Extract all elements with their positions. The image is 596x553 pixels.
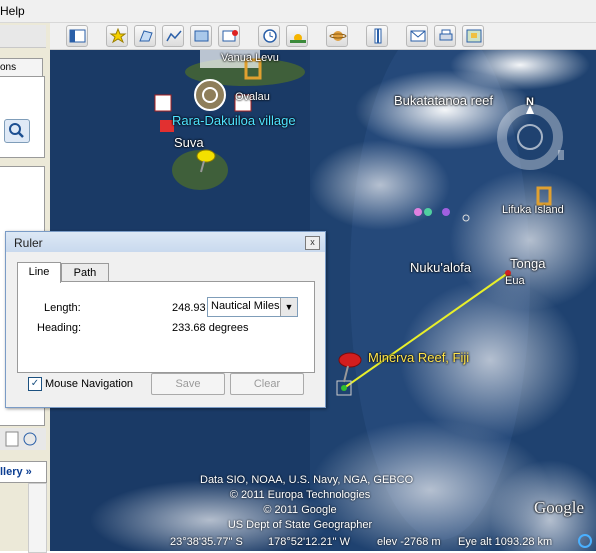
sidebar-tab[interactable]: ons xyxy=(0,58,43,78)
polygon-icon xyxy=(139,30,153,42)
planets-button[interactable] xyxy=(326,25,348,47)
print-button[interactable] xyxy=(434,25,456,47)
ruler-title: Ruler xyxy=(14,236,43,250)
status-longitude: 178°52'12.21" W xyxy=(268,536,350,548)
mouse-navigation-checkbox[interactable]: ✓ xyxy=(28,377,42,391)
poi-dot-3[interactable] xyxy=(442,208,450,216)
menu-bar: Help xyxy=(0,0,596,23)
gallery-button[interactable]: llery » xyxy=(0,461,47,483)
label-ovalau[interactable]: Ovalau xyxy=(235,91,270,103)
label-rara-dakuiloa[interactable]: Rara-Dakuiloa village xyxy=(172,113,296,128)
nav-orb-icon[interactable] xyxy=(194,79,226,111)
label-minerva[interactable]: Minerva Reef, Fiji xyxy=(368,350,469,365)
add-image-overlay-button[interactable] xyxy=(190,25,212,47)
label-nukualofa[interactable]: Nuku'alofa xyxy=(410,260,471,275)
menu-help[interactable]: Help xyxy=(0,4,25,18)
path-icon xyxy=(166,30,182,42)
map-icon xyxy=(466,29,482,43)
email-button[interactable] xyxy=(406,25,428,47)
add-path-button[interactable] xyxy=(162,25,184,47)
ruler-title-bar[interactable]: Ruler x xyxy=(6,232,325,252)
unit-select[interactable]: Nautical Miles ▼ xyxy=(207,297,298,317)
magnifier-icon xyxy=(9,123,24,138)
toolbar xyxy=(50,23,596,50)
sunlight-button[interactable] xyxy=(286,25,308,47)
attribution-line-2: © 2011 Europa Technologies xyxy=(229,489,371,501)
tour-icon xyxy=(222,30,238,42)
length-label: Length: xyxy=(44,302,81,314)
layers-icon[interactable] xyxy=(5,431,19,447)
printer-icon xyxy=(439,29,453,41)
tab-path[interactable]: Path xyxy=(61,263,109,282)
sun-icon xyxy=(290,34,306,43)
email-icon xyxy=(410,30,426,42)
heading-label: Heading: xyxy=(37,322,82,334)
label-vanua-levu[interactable]: Vanua Levu xyxy=(221,52,279,64)
tab-line[interactable]: Line xyxy=(17,262,61,283)
status-latitude: 23°38'35.77" S xyxy=(170,536,243,548)
record-tour-button[interactable] xyxy=(218,25,240,47)
sidebar-toolbar xyxy=(0,25,46,48)
add-polygon-button[interactable] xyxy=(134,25,156,47)
ruler-dialog: Ruler x Line Path Length: 248.93 Nautica… xyxy=(5,231,326,408)
attribution-line-3: © 2011 Google xyxy=(263,504,337,516)
toggle-sidebar-button[interactable] xyxy=(66,25,88,47)
add-placemark-button[interactable] xyxy=(106,25,128,47)
search-button[interactable] xyxy=(4,119,30,143)
flag-marker[interactable] xyxy=(154,94,172,112)
zoom-slider[interactable] xyxy=(558,150,564,160)
sidebar-scrollbar[interactable] xyxy=(28,483,47,553)
google-logo: Google xyxy=(534,498,585,517)
network-icon[interactable] xyxy=(23,432,37,446)
ruler-icon xyxy=(374,28,382,44)
historical-imagery-button[interactable] xyxy=(258,25,280,47)
unit-select-value: Nautical Miles xyxy=(211,300,280,312)
planet-icon xyxy=(329,31,347,41)
close-button[interactable]: x xyxy=(305,236,320,250)
label-suva[interactable]: Suva xyxy=(174,135,204,150)
label-tonga[interactable]: Tonga xyxy=(510,256,545,271)
image-overlay-icon xyxy=(194,30,209,42)
poi-dot[interactable] xyxy=(414,208,422,216)
status-bar: 23°38'35.77" S 178°52'12.21" W elev -276… xyxy=(50,533,596,551)
view-in-maps-button[interactable] xyxy=(462,25,484,47)
attribution-line-1: Data SIO, NOAA, U.S. Navy, NGA, GEBCO xyxy=(200,474,414,486)
mouse-navigation-label: Mouse Navigation xyxy=(45,378,134,390)
label-reef[interactable]: Bukatatanoa reef xyxy=(394,93,493,108)
status-eye-altitude: Eye alt 1093.28 km xyxy=(458,536,553,548)
pushpin-icon xyxy=(109,28,127,44)
poi-dot-2[interactable] xyxy=(424,208,432,216)
attribution-line-4: US Dept of State Geographer xyxy=(227,519,373,531)
sidebar-nav-strip xyxy=(0,428,46,450)
sidebar-icon xyxy=(69,29,86,43)
compass-north-label: N xyxy=(526,96,534,108)
save-button[interactable]: Save xyxy=(151,373,225,395)
search-panel xyxy=(0,76,45,158)
clock-icon xyxy=(263,29,277,43)
chevron-down-icon[interactable]: ▼ xyxy=(280,298,297,316)
ruler-start-point xyxy=(341,385,347,391)
status-elevation: elev -2768 m xyxy=(377,536,441,548)
clear-button[interactable]: Clear xyxy=(230,373,304,395)
heading-value: 233.68 degrees xyxy=(172,322,249,334)
label-eua[interactable]: Eua xyxy=(505,275,525,287)
length-value: 248.93 xyxy=(172,302,206,314)
ruler-button[interactable] xyxy=(366,25,388,47)
label-lifuka[interactable]: Lifuka Island xyxy=(502,204,564,216)
